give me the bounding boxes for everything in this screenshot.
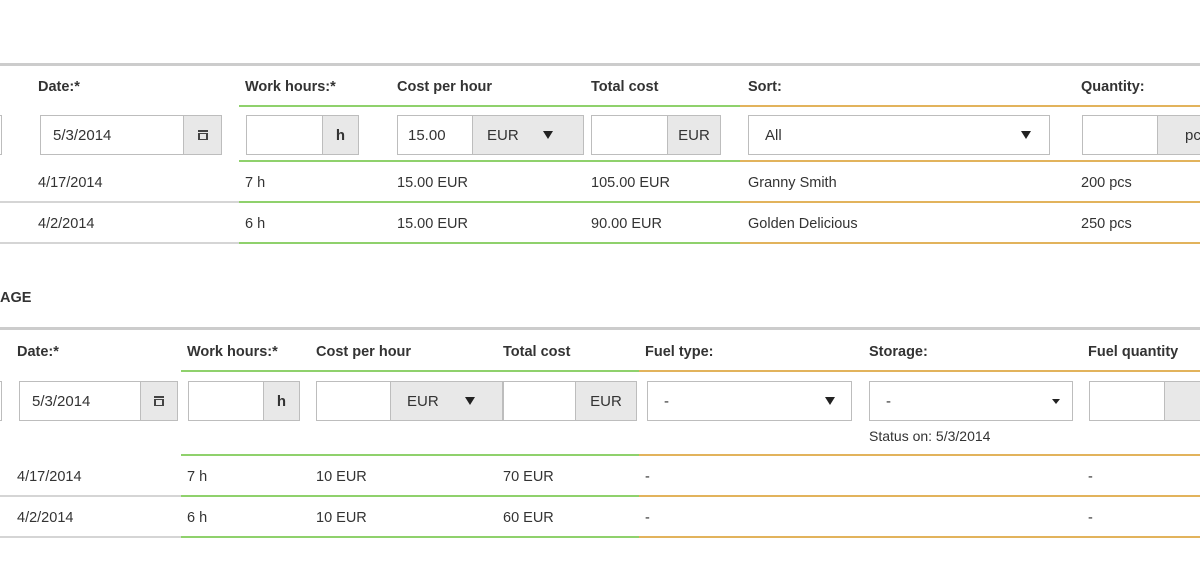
row1-total: 70 EUR bbox=[503, 469, 554, 485]
row1-cost: 15.00 EUR bbox=[397, 175, 468, 191]
cost-currency-select[interactable]: EUR bbox=[390, 381, 503, 421]
row1-hours: 7 h bbox=[187, 469, 208, 485]
row2-hours: 6 h bbox=[187, 510, 208, 526]
header-fuel-type: Fuel type: bbox=[645, 344, 714, 360]
row-rule-orange bbox=[639, 454, 1200, 456]
row2-quantity: 250 pcs bbox=[1081, 216, 1132, 232]
work-hours-input[interactable] bbox=[188, 381, 264, 421]
chevron-down-icon bbox=[1052, 398, 1060, 404]
storage-select[interactable]: - bbox=[869, 381, 1073, 421]
cost-currency-select[interactable]: EUR bbox=[472, 115, 584, 155]
storage-status-text: Status on: 5/3/2014 bbox=[869, 428, 991, 444]
row1-cost: 10 EUR bbox=[316, 469, 367, 485]
cost-currency-label: EUR bbox=[407, 392, 439, 410]
row2-cost: 10 EUR bbox=[316, 510, 367, 526]
cost-per-hour-input[interactable] bbox=[316, 381, 391, 421]
date-input[interactable]: 5/3/2014 bbox=[19, 381, 141, 421]
row-rule-gray bbox=[0, 495, 181, 497]
row1-hours: 7 h bbox=[245, 175, 266, 191]
total-cost-input[interactable] bbox=[503, 381, 576, 421]
calendar-button[interactable] bbox=[183, 115, 222, 155]
cost-per-hour-input[interactable]: 15.00 bbox=[397, 115, 473, 155]
row2-date: 4/2/2014 bbox=[38, 216, 95, 232]
sort-select-value: All bbox=[765, 126, 782, 144]
chevron-down-icon bbox=[1021, 131, 1031, 139]
chevron-down-icon bbox=[825, 397, 835, 405]
row2-date: 4/2/2014 bbox=[17, 510, 74, 526]
section-title: AGE bbox=[0, 290, 32, 306]
header-storage: Storage: bbox=[869, 344, 928, 360]
calendar-button[interactable] bbox=[140, 381, 178, 421]
row-rule-green bbox=[239, 201, 740, 203]
row-rule-gray bbox=[0, 536, 181, 538]
header-sort: Sort: bbox=[748, 79, 782, 95]
storage-select-value: - bbox=[886, 392, 891, 410]
hours-unit-addon: h bbox=[322, 115, 359, 155]
total-currency-addon: EUR bbox=[575, 381, 637, 421]
table-top-bar bbox=[0, 327, 1200, 330]
quantity-input[interactable] bbox=[1082, 115, 1158, 155]
header-fuel-quantity: Fuel quantity bbox=[1088, 344, 1179, 360]
row1-sort: Granny Smith bbox=[748, 175, 837, 191]
row-rule-green bbox=[181, 536, 639, 538]
header-work-hours: Work hours:* bbox=[245, 79, 336, 95]
row-select-checkbox[interactable] bbox=[0, 381, 2, 421]
row-select-checkbox[interactable] bbox=[0, 115, 2, 155]
row1-date: 4/17/2014 bbox=[38, 175, 103, 191]
header-date: Date:* bbox=[17, 344, 59, 360]
sort-select[interactable]: All bbox=[748, 115, 1050, 155]
fuel-type-select[interactable]: - bbox=[647, 381, 852, 421]
row2-hours: 6 h bbox=[245, 216, 266, 232]
header-rule-green bbox=[239, 105, 740, 107]
row1-fuel-quantity: - bbox=[1088, 469, 1093, 485]
row2-fuel-type: - bbox=[645, 510, 650, 526]
row-rule-orange bbox=[740, 201, 1200, 203]
row1-total: 105.00 EUR bbox=[591, 175, 670, 191]
header-total-cost: Total cost bbox=[503, 344, 571, 360]
row-rule-green bbox=[239, 160, 740, 162]
header-cost-per-hour: Cost per hour bbox=[397, 79, 493, 95]
total-currency-addon: EUR bbox=[667, 115, 721, 155]
date-input[interactable]: 5/3/2014 bbox=[40, 115, 184, 155]
fuel-quantity-input[interactable] bbox=[1089, 381, 1165, 421]
row-rule-green bbox=[181, 454, 639, 456]
total-cost-input[interactable] bbox=[591, 115, 668, 155]
header-cost-per-hour: Cost per hour bbox=[316, 344, 412, 360]
header-total-cost: Total cost bbox=[591, 79, 659, 95]
row-rule-green bbox=[181, 495, 639, 497]
quantity-unit-addon: pcs bbox=[1157, 115, 1200, 155]
cost-currency-label: EUR bbox=[487, 126, 519, 144]
row2-fuel-quantity: - bbox=[1088, 510, 1093, 526]
chevron-down-icon bbox=[464, 397, 475, 405]
row1-date: 4/17/2014 bbox=[17, 469, 82, 485]
row1-fuel-type: - bbox=[645, 469, 650, 485]
fuel-quantity-unit-addon bbox=[1164, 381, 1200, 421]
row1-quantity: 200 pcs bbox=[1081, 175, 1132, 191]
row-rule-orange bbox=[639, 495, 1200, 497]
chevron-down-icon bbox=[542, 131, 553, 139]
row2-total: 60 EUR bbox=[503, 510, 554, 526]
header-rule-orange bbox=[740, 105, 1200, 107]
row-rule-orange bbox=[639, 536, 1200, 538]
hours-unit-addon: h bbox=[263, 381, 300, 421]
row-rule-orange bbox=[740, 160, 1200, 162]
row-rule-gray bbox=[0, 242, 239, 244]
fuel-type-select-value: - bbox=[664, 392, 669, 410]
row-rule-orange bbox=[740, 242, 1200, 244]
header-quantity: Quantity: bbox=[1081, 79, 1145, 95]
header-rule-orange bbox=[639, 370, 1200, 372]
header-work-hours: Work hours:* bbox=[187, 344, 278, 360]
work-hours-input[interactable] bbox=[246, 115, 323, 155]
calendar-icon bbox=[154, 396, 164, 406]
row2-sort: Golden Delicious bbox=[748, 216, 858, 232]
calendar-icon bbox=[197, 130, 208, 140]
row2-cost: 15.00 EUR bbox=[397, 216, 468, 232]
row-rule-green bbox=[239, 242, 740, 244]
header-rule-green bbox=[181, 370, 639, 372]
row2-total: 90.00 EUR bbox=[591, 216, 662, 232]
table-top-bar bbox=[0, 63, 1200, 66]
header-date: Date:* bbox=[38, 79, 80, 95]
row-rule-gray bbox=[0, 201, 239, 203]
